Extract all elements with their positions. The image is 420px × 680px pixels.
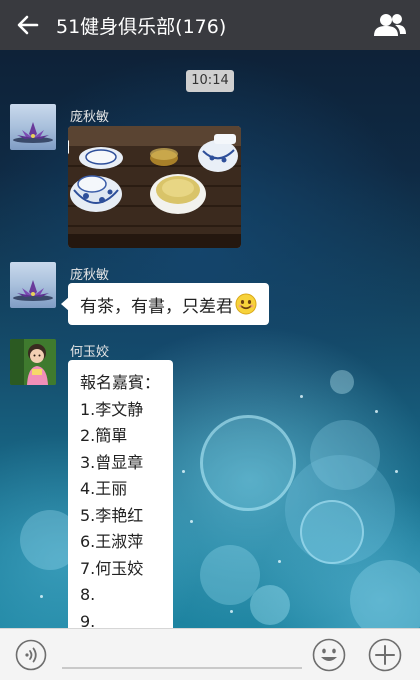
lotus-avatar-image (13, 122, 53, 143)
message-input-bar (0, 628, 420, 680)
background-sparkle (40, 595, 43, 598)
sender-avatar[interactable] (10, 262, 56, 308)
background-sparkle (182, 470, 185, 473)
chat-header: 51健身俱乐部(176) (0, 0, 420, 50)
message-line: 報名嘉賓： (80, 373, 161, 392)
chat-title: 51健身俱乐部(176) (56, 15, 227, 38)
background-sparkle (230, 610, 233, 613)
background-sparkle (190, 520, 193, 523)
image-message[interactable] (68, 126, 241, 248)
message-line: 3.曾显章 (80, 452, 144, 472)
text-message[interactable]: 有茶，有書，只差君 (61, 283, 269, 325)
smile-emoji-icon (235, 293, 257, 315)
background-bokeh (300, 500, 364, 564)
text-message[interactable]: 報名嘉賓： 1.李文静 2.簡單 3.曾显章 4.王丽 5.李艳红 6.王淑萍 … (68, 360, 173, 635)
message-line: 7.何玉姣 (80, 558, 144, 578)
tea-set-photo (68, 126, 241, 248)
message-line: 6.王淑萍 (80, 532, 144, 551)
background-sparkle (300, 395, 303, 398)
voice-input-icon (15, 639, 47, 671)
more-functions-button[interactable] (368, 638, 402, 672)
sender-name: 何玉姣 (70, 345, 110, 360)
message-line: 1.李文静 (80, 399, 144, 419)
arrow-left-icon (17, 15, 39, 35)
child-avatar-image (10, 339, 56, 385)
message-line: 2.簡單 (80, 426, 128, 445)
message-timestamp: 10:14 (186, 70, 234, 92)
voice-input-button[interactable] (15, 639, 47, 671)
background-bokeh (250, 585, 290, 625)
message-line: 8. (80, 585, 96, 604)
message-line: 5.李艳红 (80, 505, 144, 525)
background-sparkle (395, 470, 398, 473)
message-line: 4.王丽 (80, 479, 128, 498)
background-bokeh (330, 370, 354, 394)
background-sparkle (375, 410, 378, 413)
message-text-field[interactable] (62, 667, 302, 669)
background-sparkle (278, 560, 281, 563)
back-button[interactable] (0, 0, 56, 50)
sender-name: 庞秋敏 (70, 110, 110, 125)
sender-avatar[interactable] (10, 339, 56, 385)
plus-icon (368, 638, 402, 672)
sender-name: 庞秋敏 (70, 268, 110, 283)
group-members-icon (374, 14, 406, 36)
group-members-button[interactable] (360, 0, 420, 50)
chat-screen: 51健身俱乐部(176) 10:14 庞秋敏 庞秋敏 有茶，有書，只差君 何玉姣… (0, 0, 420, 680)
message-text: 有茶，有書，只差君 (80, 296, 233, 317)
background-bokeh (200, 415, 296, 511)
sender-avatar[interactable] (10, 104, 56, 150)
emoji-button[interactable] (312, 638, 346, 672)
emoji-icon (312, 638, 346, 672)
lotus-avatar-image (13, 280, 53, 301)
background-bokeh (200, 545, 260, 605)
background-bokeh (310, 420, 380, 490)
background-bokeh (285, 455, 395, 565)
